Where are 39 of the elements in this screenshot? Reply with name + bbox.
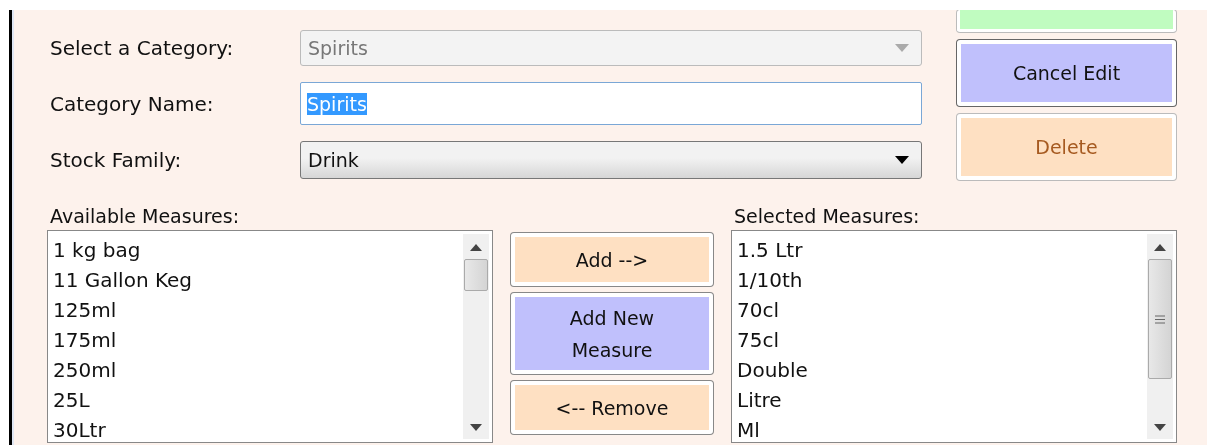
list-item[interactable]: 125ml <box>53 295 117 325</box>
transfer-button[interactable]: Add --> <box>511 233 713 286</box>
delete-button[interactable]: Delete <box>957 114 1176 180</box>
list-item[interactable]: 250ml <box>53 355 117 385</box>
scrollbar[interactable] <box>1147 234 1173 439</box>
cancel-button[interactable]: Cancel Edit <box>957 40 1176 106</box>
list-item[interactable]: Double <box>737 355 808 385</box>
list-item[interactable]: 11 Gallon Keg <box>53 265 193 295</box>
list-box[interactable]: 1.5 Ltr 1/10th 70cl 75cl Double Litre Ml <box>731 230 1177 443</box>
list-item[interactable]: 25L <box>53 385 90 415</box>
list-item[interactable]: 1 kg bag <box>53 235 141 265</box>
list-item[interactable]: Ml <box>737 415 760 445</box>
list-item[interactable]: 1/10th <box>737 265 803 295</box>
caret-icon <box>895 156 909 164</box>
field-label: Select a Category: <box>50 36 235 60</box>
list-item[interactable]: 175ml <box>53 325 117 355</box>
scrollbar-thumb[interactable] <box>464 259 488 291</box>
list-item[interactable]: 1.5 Ltr <box>737 235 803 265</box>
scroll-up-icon <box>470 244 482 251</box>
list-item[interactable]: Litre <box>737 385 782 415</box>
add-measure-button[interactable]: Add New Measure <box>511 293 713 374</box>
caret-icon <box>895 44 909 52</box>
scrollbar-thumb[interactable] <box>1148 259 1172 379</box>
dropdown[interactable]: Drink <box>300 141 922 179</box>
field-label: Stock Family: <box>50 148 183 172</box>
scroll-down-icon <box>470 424 482 431</box>
list-label: Selected Measures: <box>733 205 921 229</box>
confirm-button[interactable] <box>957 10 1176 32</box>
transfer-button[interactable]: <-- Remove <box>511 381 713 434</box>
list-item[interactable]: 75cl <box>737 325 779 355</box>
scroll-up-icon <box>1154 244 1166 251</box>
list-item[interactable]: 30Ltr <box>53 415 106 445</box>
scrollbar[interactable] <box>463 234 489 439</box>
scroll-down-icon <box>1154 424 1166 431</box>
list-label: Available Measures: <box>49 205 241 229</box>
grip-icon <box>1155 314 1165 324</box>
field-label: Category Name: <box>50 91 215 116</box>
list-item[interactable]: 70cl <box>737 295 779 325</box>
list-box[interactable]: 1 kg bag 11 Gallon Keg 125ml 175ml 250ml 25L 30Ltr <box>47 230 493 443</box>
